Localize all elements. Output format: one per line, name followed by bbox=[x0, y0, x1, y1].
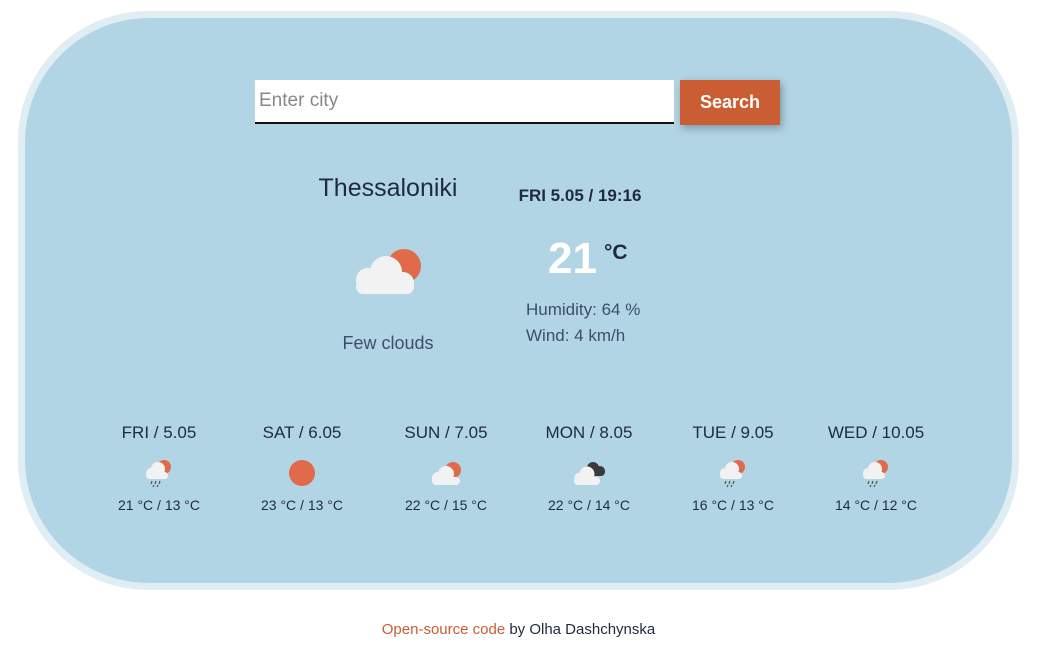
city-name: Thessaloniki bbox=[318, 174, 458, 202]
forecast-day-label: MON / 8.05 bbox=[545, 423, 633, 442]
forecast-temps: 22 °C / 14 °C bbox=[547, 497, 630, 513]
temperature-unit[interactable]: °C bbox=[604, 241, 628, 265]
forecast-day-label: TUE / 9.05 bbox=[692, 423, 774, 442]
forecast-temps: 16 °C / 13 °C bbox=[691, 497, 774, 513]
forecast-day-label: FRI / 5.05 bbox=[121, 423, 197, 442]
forecast-day-label: WED / 10.05 bbox=[827, 423, 925, 442]
forecast-day: TUE / 9.05 16 °C / 13 °C bbox=[663, 422, 803, 513]
forecast-day: SAT / 6.05 23 °C / 13 °C bbox=[232, 422, 372, 513]
forecast-day: WED / 10.05 14 °C / 12 °C bbox=[806, 422, 946, 513]
forecast-day: FRI / 5.05 21 °C / 13 °C bbox=[89, 422, 229, 513]
wind-speed: Wind: 4 km/h bbox=[526, 326, 626, 345]
sun-icon bbox=[289, 460, 315, 486]
open-source-link[interactable]: Open-source code bbox=[382, 621, 505, 638]
author-credit: by Olha Dashchynska bbox=[505, 621, 656, 638]
current-datetime: FRI 5.05 / 19:16 bbox=[518, 186, 642, 205]
forecast-temps: 21 °C / 13 °C bbox=[117, 497, 200, 513]
weather-description: Few clouds bbox=[342, 333, 434, 353]
rain-icon bbox=[863, 460, 888, 488]
forecast-day: SUN / 7.05 22 °C / 15 °C bbox=[376, 422, 516, 513]
current-temperature: 21 bbox=[548, 234, 597, 283]
city-search-input[interactable] bbox=[255, 80, 674, 124]
broken-clouds-icon bbox=[574, 462, 605, 485]
forecast-temps: 14 °C / 12 °C bbox=[834, 497, 917, 513]
rain-icon bbox=[720, 460, 745, 488]
forecast-day-label: SUN / 7.05 bbox=[404, 423, 488, 442]
forecast-temps: 22 °C / 15 °C bbox=[404, 497, 487, 513]
forecast-day: MON / 8.05 22 °C / 14 °C bbox=[519, 422, 659, 513]
few-clouds-icon bbox=[356, 249, 421, 294]
rain-icon bbox=[146, 460, 171, 488]
humidity: Humidity: 64 % bbox=[526, 300, 641, 319]
forecast-temps: 23 °C / 13 °C bbox=[260, 497, 343, 513]
forecast-day-label: SAT / 6.05 bbox=[262, 423, 342, 442]
few-clouds-icon bbox=[432, 462, 461, 485]
search-button[interactable]: Search bbox=[680, 80, 780, 125]
footer: Open-source code by Olha Dashchynska bbox=[0, 621, 1037, 638]
